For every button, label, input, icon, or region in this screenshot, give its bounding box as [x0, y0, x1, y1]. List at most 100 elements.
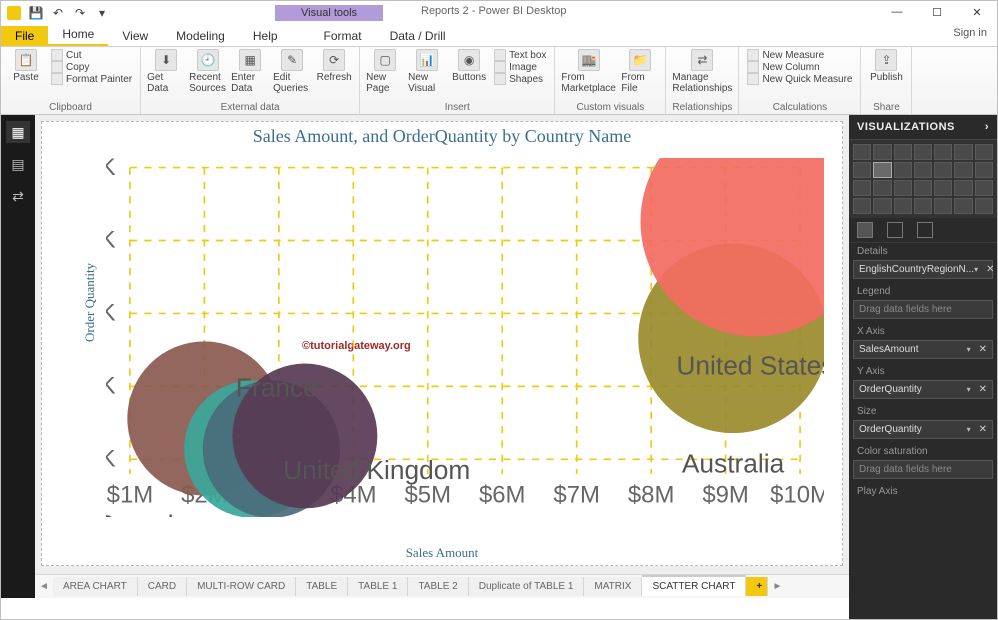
contextual-tab-visual-tools[interactable]: Visual tools	[275, 5, 383, 21]
viz-type-icon[interactable]	[853, 144, 871, 160]
add-page-button[interactable]: +	[746, 577, 768, 596]
remove-field-icon[interactable]: ✕	[975, 424, 987, 435]
page-tab[interactable]: TABLE	[296, 577, 348, 596]
qat-dropdown[interactable]: ▾	[92, 3, 112, 23]
tab-modeling[interactable]: Modeling	[162, 26, 239, 46]
viz-type-icon[interactable]	[954, 198, 972, 214]
page-tab[interactable]: MULTI-ROW CARD	[187, 577, 296, 596]
viz-type-icon[interactable]	[975, 144, 993, 160]
nav-model-view[interactable]: ⇄	[6, 185, 30, 207]
format-tab-icon[interactable]	[887, 222, 903, 238]
from-file-button[interactable]: 📁From File	[621, 49, 659, 94]
tab-view[interactable]: View	[108, 26, 162, 46]
tab-format[interactable]: Format	[310, 26, 376, 46]
page-tab[interactable]: SCATTER CHART	[642, 575, 746, 596]
cut-button[interactable]: Cut	[49, 49, 134, 61]
pages-scroll-left[interactable]: ◄	[35, 581, 53, 592]
analytics-tab-icon[interactable]	[917, 222, 933, 238]
viz-type-icon[interactable]	[853, 162, 871, 178]
pages-scroll-right[interactable]: ►	[768, 581, 786, 592]
well-details[interactable]: EnglishCountryRegionN...▾✕	[853, 260, 993, 279]
viz-type-icon[interactable]	[954, 162, 972, 178]
recent-sources-button[interactable]: 🕘Recent Sources	[189, 49, 227, 94]
save-button[interactable]: 💾	[26, 3, 46, 23]
viz-type-icon[interactable]	[934, 162, 952, 178]
buttons-button[interactable]: ◉Buttons	[450, 49, 488, 83]
image-button[interactable]: Image	[492, 61, 548, 73]
viz-type-icon[interactable]	[954, 144, 972, 160]
well-yaxis[interactable]: OrderQuantity▾✕	[853, 380, 993, 399]
viz-type-icon[interactable]	[914, 198, 932, 214]
close-button[interactable]: ✕	[957, 1, 997, 23]
new-quick-measure-button[interactable]: New Quick Measure	[745, 73, 854, 85]
copy-button[interactable]: Copy	[49, 61, 134, 73]
viz-type-icon[interactable]	[954, 180, 972, 196]
from-marketplace-button[interactable]: 🏬From Marketplace	[561, 49, 617, 94]
new-page-button[interactable]: ▢New Page	[366, 49, 404, 94]
well-size[interactable]: OrderQuantity▾✕	[853, 420, 993, 439]
undo-button[interactable]: ↶	[48, 3, 68, 23]
viz-type-icon[interactable]	[975, 180, 993, 196]
enter-data-button[interactable]: ▦Enter Data	[231, 49, 269, 94]
group-label: Share	[873, 102, 900, 114]
viz-type-icon[interactable]	[975, 162, 993, 178]
viz-type-icon[interactable]	[853, 180, 871, 196]
refresh-button[interactable]: ⟳Refresh	[315, 49, 353, 83]
get-data-button[interactable]: ⬇Get Data	[147, 49, 185, 94]
page-tab[interactable]: CARD	[138, 577, 187, 596]
nav-data-view[interactable]: ▤	[6, 153, 30, 175]
viz-type-icon[interactable]	[853, 198, 871, 214]
tab-home[interactable]: Home	[48, 24, 108, 46]
remove-field-icon[interactable]: ✕	[975, 384, 987, 395]
publish-button[interactable]: ⇪Publish	[867, 49, 905, 83]
viz-type-icon[interactable]	[934, 198, 952, 214]
viz-type-icon[interactable]	[934, 180, 952, 196]
new-visual-button[interactable]: 📊New Visual	[408, 49, 446, 94]
viz-type-icon[interactable]	[914, 180, 932, 196]
visual-scatter-chart[interactable]: Sales Amount, and OrderQuantity by Count…	[41, 121, 843, 566]
viz-type-icon[interactable]	[873, 180, 891, 196]
viz-type-icon[interactable]	[894, 198, 912, 214]
viz-panel-header[interactable]: VISUALIZATIONS›	[849, 115, 997, 140]
viz-type-icon[interactable]	[873, 144, 891, 160]
viz-type-icon[interactable]	[873, 198, 891, 214]
format-painter-button[interactable]: Format Painter	[49, 73, 134, 85]
nav-report-view[interactable]: ▦	[6, 121, 30, 143]
page-tab[interactable]: TABLE 1	[348, 577, 408, 596]
page-tab[interactable]: TABLE 2	[408, 577, 468, 596]
paste-button[interactable]: 📋Paste	[7, 49, 45, 83]
well-xaxis[interactable]: SalesAmount▾✕	[853, 340, 993, 359]
manage-relationships-button[interactable]: ⇄Manage Relationships	[673, 49, 731, 94]
well-legend[interactable]: Drag data fields here	[853, 300, 993, 319]
redo-button[interactable]: ↷	[70, 3, 90, 23]
maximize-button[interactable]: ☐	[917, 1, 957, 23]
viz-type-icon[interactable]	[914, 162, 932, 178]
tab-help[interactable]: Help	[239, 26, 292, 46]
viz-type-icon[interactable]	[914, 144, 932, 160]
tab-data-drill[interactable]: Data / Drill	[376, 26, 460, 46]
page-tabs: ◄ AREA CHARTCARDMULTI-ROW CARDTABLETABLE…	[35, 574, 849, 598]
remove-field-icon[interactable]: ✕	[975, 344, 987, 355]
viz-type-icon[interactable]	[894, 180, 912, 196]
textbox-button[interactable]: Text box	[492, 49, 548, 61]
viz-type-icon[interactable]	[894, 144, 912, 160]
page-tab[interactable]: AREA CHART	[53, 577, 138, 596]
svg-text:$7M: $7M	[553, 482, 600, 509]
shapes-button[interactable]: Shapes	[492, 73, 548, 85]
viz-type-grid[interactable]	[849, 140, 997, 218]
viz-type-icon[interactable]	[894, 162, 912, 178]
viz-type-icon[interactable]	[934, 144, 952, 160]
viz-type-icon[interactable]	[873, 162, 891, 178]
page-tab[interactable]: MATRIX	[584, 577, 642, 596]
sign-in-link[interactable]: Sign in	[953, 27, 987, 39]
viz-type-icon[interactable]	[975, 198, 993, 214]
well-color-saturation[interactable]: Drag data fields here	[853, 460, 993, 479]
remove-field-icon[interactable]: ✕	[982, 264, 994, 275]
fields-tab-icon[interactable]	[857, 222, 873, 238]
page-tab[interactable]: Duplicate of TABLE 1	[469, 577, 585, 596]
edit-queries-button[interactable]: ✎Edit Queries	[273, 49, 311, 94]
minimize-button[interactable]: —	[877, 1, 917, 23]
tab-file[interactable]: File	[1, 26, 48, 46]
new-column-button[interactable]: New Column	[745, 61, 854, 73]
new-measure-button[interactable]: New Measure	[745, 49, 854, 61]
